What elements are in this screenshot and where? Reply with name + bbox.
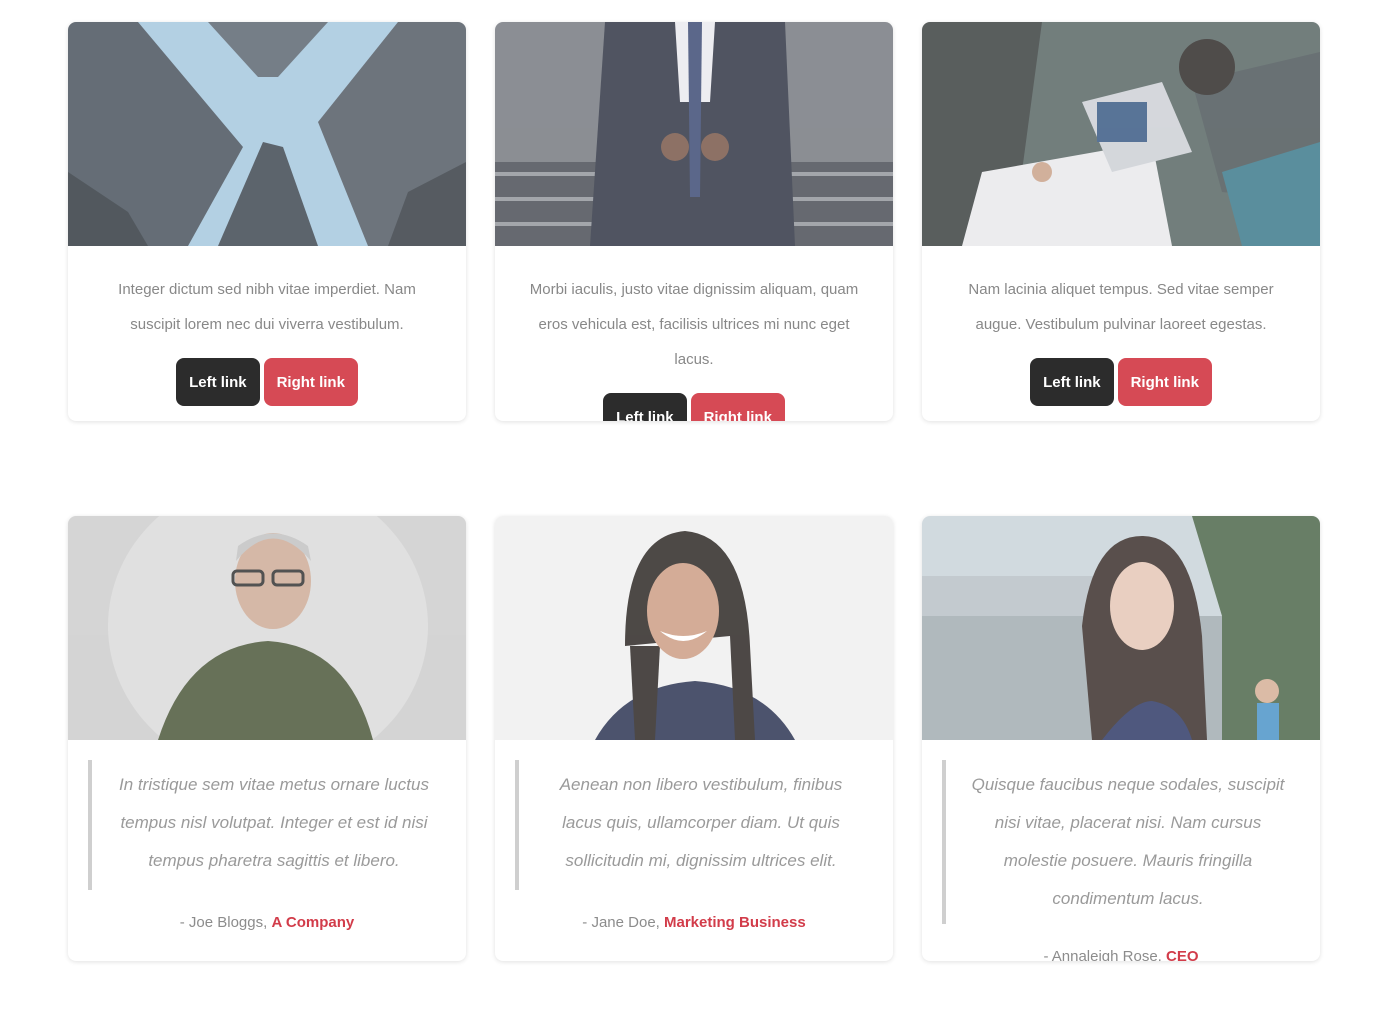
testimonial-card-row: In tristique sem vitae metus ornare luct… — [68, 516, 1320, 961]
company-link[interactable]: Marketing Business — [664, 914, 806, 931]
card-button-group: Left link Right link — [68, 358, 466, 406]
card-image-businessman — [495, 22, 893, 246]
right-link-button[interactable]: Right link — [1117, 358, 1212, 406]
company-link[interactable]: A Company — [271, 914, 354, 931]
testimonial-card: Aenean non libero vestibulum, finibus la… — [495, 516, 893, 961]
author-name: - Joe Bloggs, — [179, 914, 268, 931]
card-image-team-meeting — [922, 22, 1320, 246]
left-link-button[interactable]: Left link — [176, 358, 260, 406]
right-link-button[interactable]: Right link — [690, 393, 785, 421]
testimonial-attribution: - Jane Doe, Marketing Business — [495, 914, 893, 931]
company-link[interactable]: CEO — [1166, 948, 1199, 961]
card-button-group: Left link Right link — [922, 358, 1320, 406]
feature-card: Integer dictum sed nibh vitae imperdiet.… — [68, 22, 466, 421]
quote-text: Quisque faucibus neque sodales, suscipit… — [971, 775, 1285, 908]
right-link-button[interactable]: Right link — [263, 358, 358, 406]
quote-text: Aenean non libero vestibulum, finibus la… — [559, 775, 843, 870]
testimonial-quote: Aenean non libero vestibulum, finibus la… — [515, 760, 863, 890]
author-name: - Jane Doe, — [582, 914, 660, 931]
quote-text: In tristique sem vitae metus ornare luct… — [119, 775, 429, 870]
testimonial-quote: Quisque faucibus neque sodales, suscipit… — [942, 760, 1290, 924]
testimonial-quote: In tristique sem vitae metus ornare luct… — [88, 760, 436, 890]
testimonial-card: Quisque faucibus neque sodales, suscipit… — [922, 516, 1320, 961]
card-button-group: Left link Right link — [495, 393, 893, 421]
card-description: Integer dictum sed nibh vitae imperdiet.… — [118, 281, 416, 333]
testimonial-card: In tristique sem vitae metus ornare luct… — [68, 516, 466, 961]
testimonial-photo-man — [68, 516, 466, 740]
left-link-button[interactable]: Left link — [1030, 358, 1114, 406]
feature-card: Nam lacinia aliquet tempus. Sed vitae se… — [922, 22, 1320, 421]
author-name: - Annaleigh Rose, — [1043, 948, 1162, 961]
testimonial-attribution: - Joe Bloggs, A Company — [68, 914, 466, 931]
card-description: Nam lacinia aliquet tempus. Sed vitae se… — [968, 281, 1274, 333]
testimonial-attribution: - Annaleigh Rose, CEO — [922, 948, 1320, 961]
testimonial-photo-woman-waterfront — [922, 516, 1320, 740]
testimonial-photo-woman — [495, 516, 893, 740]
card-description: Morbi iaculis, justo vitae dignissim ali… — [529, 281, 859, 368]
left-link-button[interactable]: Left link — [603, 393, 687, 421]
card-image-skyscrapers — [68, 22, 466, 246]
feature-card: Morbi iaculis, justo vitae dignissim ali… — [495, 22, 893, 421]
feature-card-row: Integer dictum sed nibh vitae imperdiet.… — [68, 22, 1320, 421]
